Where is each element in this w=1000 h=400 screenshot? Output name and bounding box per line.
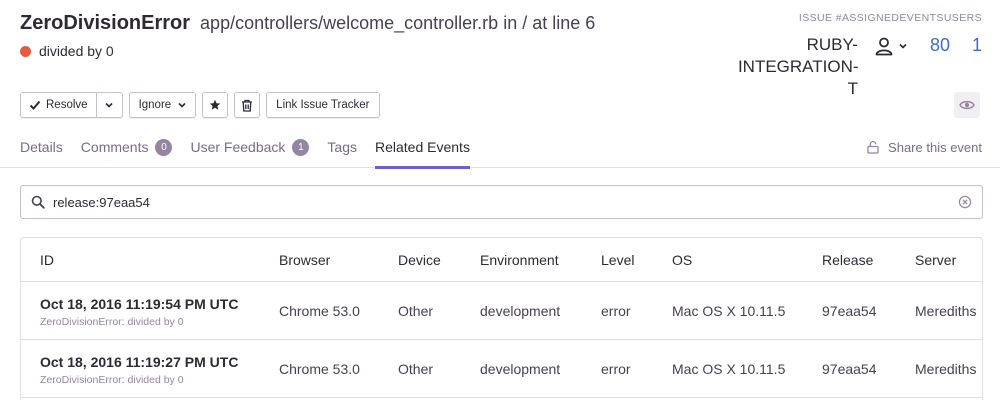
tab-label: User Feedback: [190, 139, 286, 155]
event-id-cell[interactable]: Oct 18, 2016 11:19:27 PM UTC ZeroDivisio…: [40, 354, 238, 386]
ignore-label: Ignore: [138, 99, 172, 111]
share-event-button[interactable]: Share this event: [866, 126, 982, 168]
error-message: divided by 0: [39, 43, 114, 59]
server-cell: Merediths: [915, 361, 977, 377]
comments-count-badge: 0: [155, 138, 173, 156]
trash-icon: [242, 99, 253, 112]
device-cell: Other: [398, 303, 434, 319]
resolve-dropdown-button[interactable]: [96, 92, 123, 118]
column-header: ID: [40, 252, 54, 268]
link-issue-tracker-button[interactable]: Link Issue Tracker: [266, 92, 380, 118]
table-row[interactable]: Oct 18, 2016 11:19:27 PM UTC ZeroDivisio…: [21, 340, 982, 398]
feedback-count-badge: 1: [292, 138, 310, 156]
environment-cell: development: [480, 303, 561, 319]
browser-cell: Chrome 53.0: [279, 303, 360, 319]
ignore-button[interactable]: Ignore: [128, 92, 197, 118]
assignee-selector[interactable]: [874, 36, 908, 56]
column-header: Level: [601, 252, 635, 268]
os-cell: Mac OS X 10.11.5: [672, 303, 786, 319]
bookmark-button[interactable]: [202, 92, 229, 118]
subscribe-button[interactable]: [954, 92, 980, 118]
check-icon: [29, 100, 41, 110]
eye-icon: [959, 100, 975, 110]
tab-label: Related Events: [375, 139, 470, 155]
release-cell: 97eaa54: [822, 361, 877, 377]
release-cell: 97eaa54: [822, 303, 877, 319]
lock-icon: [867, 141, 879, 154]
event-summary: ZeroDivisionError: divided by 0: [40, 374, 184, 386]
table-row[interactable]: Oct 18, 2016 11:19:54 PM UTC ZeroDivisio…: [21, 282, 982, 340]
tab-details[interactable]: Details: [20, 126, 63, 168]
tab-user-feedback[interactable]: User Feedback 1: [190, 126, 310, 168]
event-id-cell[interactable]: Oct 18, 2016 11:19:54 PM UTC ZeroDivisio…: [40, 296, 238, 328]
issue-stats: Issue #ASSIGNEDEVENTSUSERS RUBY-INTEGRAT…: [738, 12, 982, 100]
share-label: Share this event: [888, 139, 982, 155]
event-date[interactable]: Oct 18, 2016 11:19:54 PM UTC: [40, 296, 238, 312]
related-events-table: ID Browser Device Environment Level OS R…: [20, 237, 983, 400]
environment-cell: development: [480, 361, 561, 377]
project-name: RUBY-INTEGRATION-T: [737, 35, 859, 98]
chevron-down-icon: [899, 43, 907, 49]
device-cell: Other: [398, 361, 434, 377]
level-cell: error: [601, 303, 631, 319]
delete-button[interactable]: [234, 92, 261, 118]
error-type: ZeroDivisionError: [20, 12, 191, 34]
server-cell: Merediths: [915, 303, 977, 319]
chevron-down-icon: [178, 102, 186, 108]
resolve-group: Resolve: [20, 92, 123, 118]
event-summary: ZeroDivisionError: divided by 0: [40, 316, 184, 328]
event-date[interactable]: Oct 18, 2016 11:19:27 PM UTC: [40, 354, 238, 370]
column-header: Environment: [480, 252, 559, 268]
issue-message: divided by 0: [20, 43, 595, 59]
column-header: Browser: [279, 252, 331, 268]
culprit: app/controllers/welcome_controller.rb in…: [200, 13, 596, 33]
tab-label: Tags: [327, 139, 357, 155]
events-count[interactable]: 80: [930, 34, 950, 56]
tab-tags[interactable]: Tags: [327, 126, 357, 168]
issue-header: ZeroDivisionError app/controllers/welcom…: [20, 12, 595, 59]
tab-comments[interactable]: Comments 0: [81, 126, 173, 168]
clear-search-icon[interactable]: [958, 195, 972, 209]
column-header: Device: [398, 252, 441, 268]
resolve-button[interactable]: Resolve: [20, 92, 97, 118]
error-level-indicator: [20, 45, 31, 57]
tab-related-events[interactable]: Related Events: [375, 126, 470, 169]
table-header: ID Browser Device Environment Level OS R…: [21, 238, 982, 282]
user-icon: [875, 37, 893, 56]
search-query: release:97eaa54: [53, 194, 150, 210]
tab-label: Comments: [80, 139, 149, 155]
column-header: Server: [915, 252, 957, 268]
chevron-down-icon: [105, 102, 113, 108]
star-icon: [209, 99, 221, 110]
search-icon: [31, 195, 45, 209]
issue-tabs: Details Comments 0 User Feedback 1 Tags …: [0, 126, 1000, 169]
os-cell: Mac OS X 10.11.5: [672, 361, 786, 377]
short-id-label: Issue #ASSIGNEDEVENTSUSERS: [798, 12, 982, 24]
issue-title: ZeroDivisionError app/controllers/welcom…: [20, 12, 595, 35]
issue-actions: Resolve Ignore Link Issue Tracker: [20, 92, 386, 118]
column-header: Release: [822, 252, 874, 268]
link-issue-tracker-label: Link Issue Tracker: [276, 99, 370, 111]
browser-cell: Chrome 53.0: [279, 361, 360, 377]
level-cell: error: [601, 361, 631, 377]
column-header: OS: [672, 252, 693, 268]
users-count[interactable]: 1: [972, 34, 982, 56]
tab-label: Details: [20, 139, 63, 155]
event-search-input[interactable]: release:97eaa54: [20, 185, 983, 219]
resolve-label: Resolve: [46, 99, 88, 111]
